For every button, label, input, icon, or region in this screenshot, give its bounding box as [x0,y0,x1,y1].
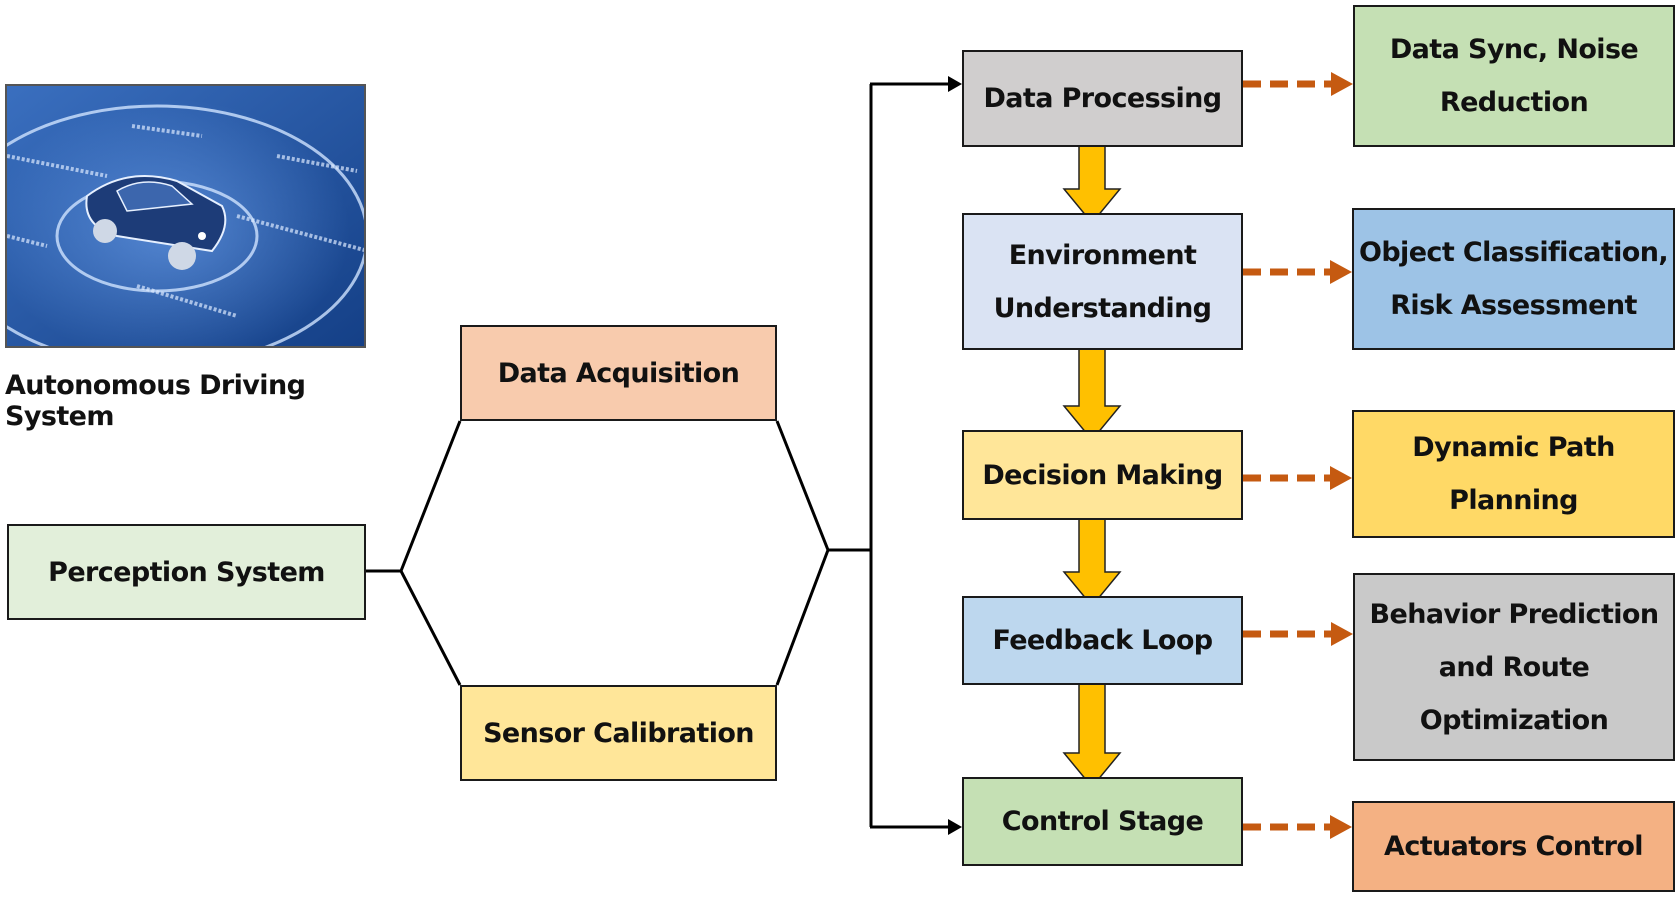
output-label: Planning [1449,485,1578,516]
pipeline-label: Data Processing [983,83,1222,114]
dashed-output-arrow-head [1330,815,1352,839]
perception-system-label: Perception System [48,556,325,588]
pipeline-label: Feedback Loop [992,625,1213,656]
arrow-to-data-processing-head [948,76,962,92]
perception-system-box: Perception System [7,524,366,620]
sensor-calibration-box: Sensor Calibration [460,685,777,781]
output-label: Dynamic Path [1412,432,1615,463]
output-label: and Route [1438,651,1590,683]
output-label: Optimization [1419,704,1609,736]
output-label: Behavior Prediction [1369,598,1660,630]
dashed-output-arrow-head [1331,622,1353,646]
autonomous-car-image [5,84,366,348]
environment-understanding-box: Environment Understanding [962,213,1243,350]
feedback-loop-box: Feedback Loop [962,596,1243,685]
behavior-prediction-route-box: Behavior Prediction and Route Optimizati… [1353,573,1675,761]
arrow-to-control-stage-head [948,819,962,835]
sensor-calibration-label: Sensor Calibration [483,717,754,749]
output-label: Object Classification, [1358,237,1669,268]
dashed-output-arrow-head [1330,260,1352,284]
hexagon-left-edges [399,420,462,686]
data-processing-box: Data Processing [962,50,1243,147]
flow-down-arrow [1062,136,1122,225]
flow-down-arrow [1062,674,1122,789]
flow-down-arrow [1062,339,1122,442]
output-label: Data Sync, Noise [1389,34,1639,65]
output-label: Risk Assessment [1390,290,1637,321]
data-acquisition-box: Data Acquisition [460,325,777,421]
car-sensor-illustration-icon [7,86,364,346]
pipeline-label: Control Stage [1001,806,1204,837]
data-acquisition-label: Data Acquisition [497,357,740,389]
object-classification-risk-box: Object Classification, Risk Assessment [1352,208,1675,350]
output-label: Reduction [1439,87,1589,118]
pipeline-label: Decision Making [982,459,1223,491]
hexagon-right-edges [775,420,830,686]
flow-down-arrow [1062,509,1122,608]
pipeline-label: Understanding [993,292,1212,324]
dynamic-path-planning-box: Dynamic Path Planning [1352,410,1675,538]
output-label: Actuators Control [1384,831,1644,862]
dashed-output-arrow-head [1331,72,1353,96]
pipeline-label: Environment [1008,239,1197,271]
control-stage-box: Control Stage [962,777,1243,866]
dashed-output-arrow-head [1330,466,1352,490]
decision-making-box: Decision Making [962,430,1243,520]
actuators-control-box: Actuators Control [1352,801,1675,892]
data-sync-noise-reduction-box: Data Sync, Noise Reduction [1353,5,1675,147]
system-caption: Autonomous Driving System [5,370,306,432]
